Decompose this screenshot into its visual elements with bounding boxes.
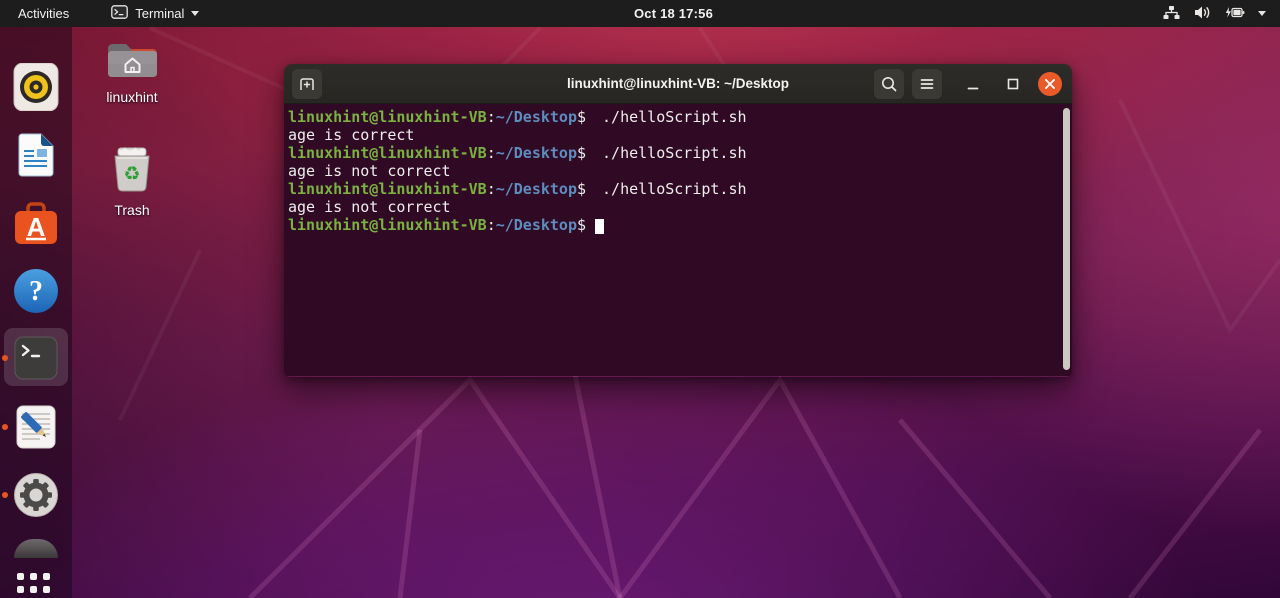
terminal-scrollbar[interactable] — [1063, 108, 1070, 370]
terminal-line: linuxhint@linuxhint-VB:~/Desktop$./hello… — [288, 108, 1058, 126]
text-editor-icon — [12, 403, 60, 451]
activities-button[interactable]: Activities — [10, 0, 77, 27]
terminal-line: linuxhint@linuxhint-VB:~/Desktop$./hello… — [288, 180, 1058, 198]
system-tray[interactable] — [1162, 5, 1270, 23]
terminal-line: linuxhint@linuxhint-VB:~/Desktop$ — [288, 216, 1058, 234]
libreoffice-writer-icon — [12, 131, 60, 179]
minimize-button[interactable] — [958, 69, 988, 99]
dock-item-libreoffice-writer[interactable] — [12, 131, 60, 179]
maximize-button[interactable] — [998, 69, 1028, 99]
desktop-icon-linuxhint[interactable]: linuxhint — [94, 37, 170, 105]
terminal-titlebar[interactable]: linuxhint@linuxhint-VB: ~/Desktop — [284, 64, 1072, 104]
activities-label: Activities — [18, 6, 69, 21]
dock-item-help[interactable]: ? — [12, 267, 60, 315]
home-folder-icon — [103, 37, 161, 81]
chevron-down-icon — [1258, 11, 1266, 16]
dock-item-partial-app[interactable] — [14, 539, 58, 558]
running-dot-text-editor — [2, 424, 8, 430]
terminal-line: age is correct — [288, 126, 1058, 144]
search-icon — [879, 74, 899, 94]
dock-item-settings[interactable] — [12, 471, 60, 519]
new-tab-button[interactable] — [292, 69, 322, 99]
desktop-icon-label: linuxhint — [94, 89, 170, 105]
dock-item-terminal[interactable] — [12, 334, 60, 382]
dock-item-rhythmbox[interactable] — [12, 63, 60, 111]
minimize-icon — [965, 76, 981, 92]
dock-item-text-editor[interactable] — [12, 403, 60, 451]
app-menu-terminal[interactable]: Terminal — [103, 0, 207, 27]
network-icon — [1162, 5, 1181, 23]
app-menu-label: Terminal — [135, 6, 184, 21]
close-button[interactable] — [1038, 72, 1062, 96]
terminal-lines: linuxhint@linuxhint-VB:~/Desktop$./hello… — [288, 108, 1058, 234]
svg-text:A: A — [27, 212, 46, 242]
dock-item-ubuntu-software[interactable]: A — [12, 199, 60, 247]
terminal-screen[interactable]: linuxhint@linuxhint-VB:~/Desktop$./hello… — [284, 104, 1072, 376]
terminal-mini-icon — [111, 5, 128, 22]
trash-icon: ♻ — [104, 146, 160, 194]
terminal-icon — [12, 334, 60, 382]
dock: A ? — [0, 27, 72, 598]
terminal-cursor — [595, 219, 604, 234]
show-applications-button[interactable] — [17, 573, 55, 598]
maximize-icon — [1005, 76, 1021, 92]
chevron-down-icon — [191, 11, 199, 16]
terminal-window: linuxhint@linuxhint-VB: ~/Desktop — [284, 64, 1072, 377]
top-bar: Activities Terminal Oct 18 17:56 — [0, 0, 1280, 27]
svg-text:?: ? — [29, 276, 43, 307]
gear-icon — [12, 471, 60, 519]
rhythmbox-icon — [12, 63, 60, 111]
svg-text:♻: ♻ — [123, 163, 140, 185]
running-dot-settings — [2, 492, 8, 498]
terminal-line: linuxhint@linuxhint-VB:~/Desktop$./hello… — [288, 144, 1058, 162]
desktop-icon-label: Trash — [94, 202, 170, 218]
help-icon: ? — [12, 267, 60, 315]
desktop-icon-trash[interactable]: ♻ Trash — [94, 146, 170, 218]
terminal-line: age is not correct — [288, 162, 1058, 180]
close-icon — [1044, 78, 1056, 90]
window-title: linuxhint@linuxhint-VB: ~/Desktop — [284, 76, 1072, 91]
ubuntu-software-icon: A — [12, 199, 60, 247]
search-button[interactable] — [874, 69, 904, 99]
battery-icon — [1224, 5, 1245, 23]
new-tab-icon — [297, 74, 317, 94]
terminal-line: age is not correct — [288, 198, 1058, 216]
hamburger-menu-icon — [917, 74, 937, 94]
menu-button[interactable] — [912, 69, 942, 99]
clock[interactable]: Oct 18 17:56 — [634, 0, 713, 27]
volume-icon — [1194, 5, 1211, 23]
running-dot-terminal — [2, 355, 8, 361]
